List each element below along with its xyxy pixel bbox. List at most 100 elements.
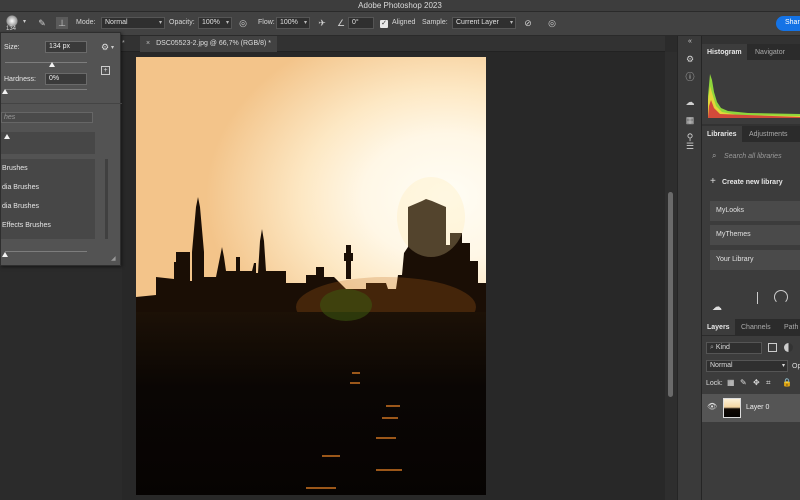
visibility-eye-icon[interactable]: 👁 (707, 402, 717, 411)
chevron-down-icon: ▾ (111, 45, 115, 51)
libraries-tab-bar: Libraries Adjustments (702, 126, 800, 142)
filter-pixel-icon[interactable] (768, 343, 777, 352)
new-preset-icon[interactable]: + (101, 66, 110, 75)
resize-grip-icon[interactable]: ◢ (111, 255, 116, 262)
recent-brushes-strip (1, 132, 95, 154)
kind-filter-value: Kind (715, 344, 730, 351)
angle-value: 0° (352, 19, 359, 26)
cloud-icon[interactable]: ☁ (712, 302, 722, 313)
previous-tab-marker: * (122, 40, 125, 47)
brush-folder[interactable]: Effects Brushes (1, 217, 95, 235)
chevron-down-icon: ▾ (781, 363, 785, 369)
layer-row[interactable]: 👁 Layer 0 (702, 394, 800, 422)
size-slider-track[interactable] (5, 62, 87, 63)
lock-all-icon[interactable]: 🔒 (782, 378, 792, 387)
airbrush-icon[interactable]: ✈ (316, 17, 328, 29)
layer-comps-icon[interactable]: ☰ (684, 140, 696, 152)
library-item[interactable]: MyLooks (710, 201, 800, 221)
tab-histogram[interactable]: Histogram (702, 44, 747, 60)
popup-scrollbar[interactable] (105, 159, 108, 239)
library-item[interactable]: Your Library (710, 250, 800, 270)
close-icon[interactable]: × (146, 40, 150, 47)
brush-settings-icon[interactable]: ✎ (36, 17, 48, 29)
blend-mode-select[interactable]: Normal ▾ (706, 360, 788, 372)
pressure-size-icon[interactable]: ◎ (546, 17, 558, 29)
right-panels: Histogram Navigator Libraries Adjustment… (702, 36, 800, 500)
kind-filter-select[interactable]: ⌕ Kind (706, 342, 762, 354)
aligned-checkbox[interactable]: ✓ (380, 20, 388, 28)
aligned-label: Aligned (392, 19, 416, 26)
lock-artboard-icon[interactable]: ⌗ (766, 378, 771, 388)
hardness-field[interactable]: 0% (45, 73, 87, 85)
create-library-button[interactable]: Create new library (722, 179, 783, 186)
sample-select[interactable]: Current Layer ▾ (452, 17, 516, 29)
angle-icon[interactable]: ∠ (335, 17, 347, 29)
histogram-panel (702, 60, 800, 124)
collapse-icon[interactable]: « (684, 36, 696, 48)
scrollbar-thumb[interactable] (668, 192, 673, 397)
tab-adjustments[interactable]: Adjustments (744, 126, 793, 142)
clone-source-icon[interactable]: ⊥ (56, 17, 68, 29)
angle-field[interactable]: 0° (348, 17, 374, 29)
gear-icon[interactable]: ⚙ (101, 42, 109, 53)
size-slider-handle[interactable] (49, 62, 55, 67)
library-search-input[interactable]: Search all libraries (724, 153, 782, 160)
document-image[interactable] (136, 57, 486, 495)
tab-navigator[interactable]: Navigator (750, 44, 790, 60)
libraries-panel: ⌕ Search all libraries + Create new libr… (702, 142, 800, 322)
layer-name: Layer 0 (746, 404, 770, 411)
brush-folder[interactable]: dia Brushes (1, 179, 95, 197)
lock-label: Lock: (706, 380, 723, 387)
tab-layers[interactable]: Layers (702, 319, 735, 335)
brush-search-input[interactable]: hes (1, 112, 93, 123)
preview-slider-track[interactable] (5, 251, 87, 252)
opacity-label: Op (792, 363, 800, 370)
canvas-vertical-scrollbar[interactable] (665, 52, 677, 500)
hardness-slider-track[interactable] (5, 89, 87, 90)
properties-icon[interactable]: ⚙ (684, 53, 696, 65)
flow-field[interactable]: 100% ▾ (276, 17, 310, 29)
brush-folder[interactable]: dia Brushes (1, 198, 95, 216)
tab-document[interactable]: × DSC05523-2.jpg @ 66,7% (RGB/8) * (140, 36, 277, 52)
title-bar: Adobe Photoshop 2023 (0, 0, 800, 12)
size-field[interactable]: 134 px (45, 41, 87, 53)
layers-tab-bar: Layers Channels Path (702, 319, 800, 336)
preview-slider-handle[interactable] (2, 252, 8, 257)
mode-select[interactable]: Normal ▾ (101, 17, 165, 29)
library-item[interactable]: MyThemes (710, 225, 800, 245)
ignore-adjustment-layers-icon[interactable]: ⊘ (522, 17, 534, 29)
share-button[interactable]: Shar (776, 16, 800, 31)
previous-tab-partial[interactable]: * (122, 40, 125, 47)
layer-thumbnail (723, 398, 741, 418)
recent-brush-icon[interactable] (4, 134, 10, 139)
libraries-icon[interactable]: ☁ (684, 96, 696, 108)
swatches-icon[interactable]: ▦ (684, 114, 696, 126)
lock-position-icon[interactable]: ✥ (753, 378, 760, 387)
tab-paths[interactable]: Path (779, 319, 800, 335)
layers-panel: ⌕ Kind Normal ▾ Op Lock: ▦ ✎ ✥ ⌗ 🔒 👁 Laye… (702, 336, 800, 500)
hardness-slider-handle[interactable] (2, 89, 8, 94)
app-title: Adobe Photoshop 2023 (358, 1, 442, 10)
tab-document-label: DSC05523-2.jpg @ 66,7% (RGB/8) * (156, 40, 271, 47)
lock-paint-icon[interactable]: ✎ (740, 378, 747, 387)
tab-libraries[interactable]: Libraries (702, 126, 742, 142)
pressure-opacity-icon[interactable]: ◎ (237, 17, 249, 29)
chevron-down-icon: ▾ (23, 19, 27, 25)
plus-icon[interactable]: + (710, 176, 716, 187)
opacity-field[interactable]: 100% ▾ (198, 17, 232, 29)
info-icon[interactable]: ⓘ (684, 71, 696, 83)
street-lights (306, 289, 402, 489)
separator (1, 103, 122, 104)
opacity-value: 100% (202, 19, 220, 26)
share-label: Shar (785, 19, 800, 26)
brush-folder[interactable]: Brushes (1, 160, 95, 178)
size-value: 134 px (49, 43, 71, 50)
chevron-down-icon: ▾ (158, 20, 162, 26)
filter-adjustment-icon[interactable] (784, 343, 793, 352)
brush-preset-picker[interactable]: 134 ▾ (2, 14, 32, 34)
brush-preset-popup: Size: 134 px ⚙ ▾ + Hardness: 0% hes Brus… (0, 32, 122, 266)
tab-channels[interactable]: Channels (736, 319, 776, 335)
divider-icon (757, 292, 758, 304)
lock-pixels-icon[interactable]: ▦ (727, 378, 735, 387)
mode-label: Mode: (76, 19, 96, 26)
